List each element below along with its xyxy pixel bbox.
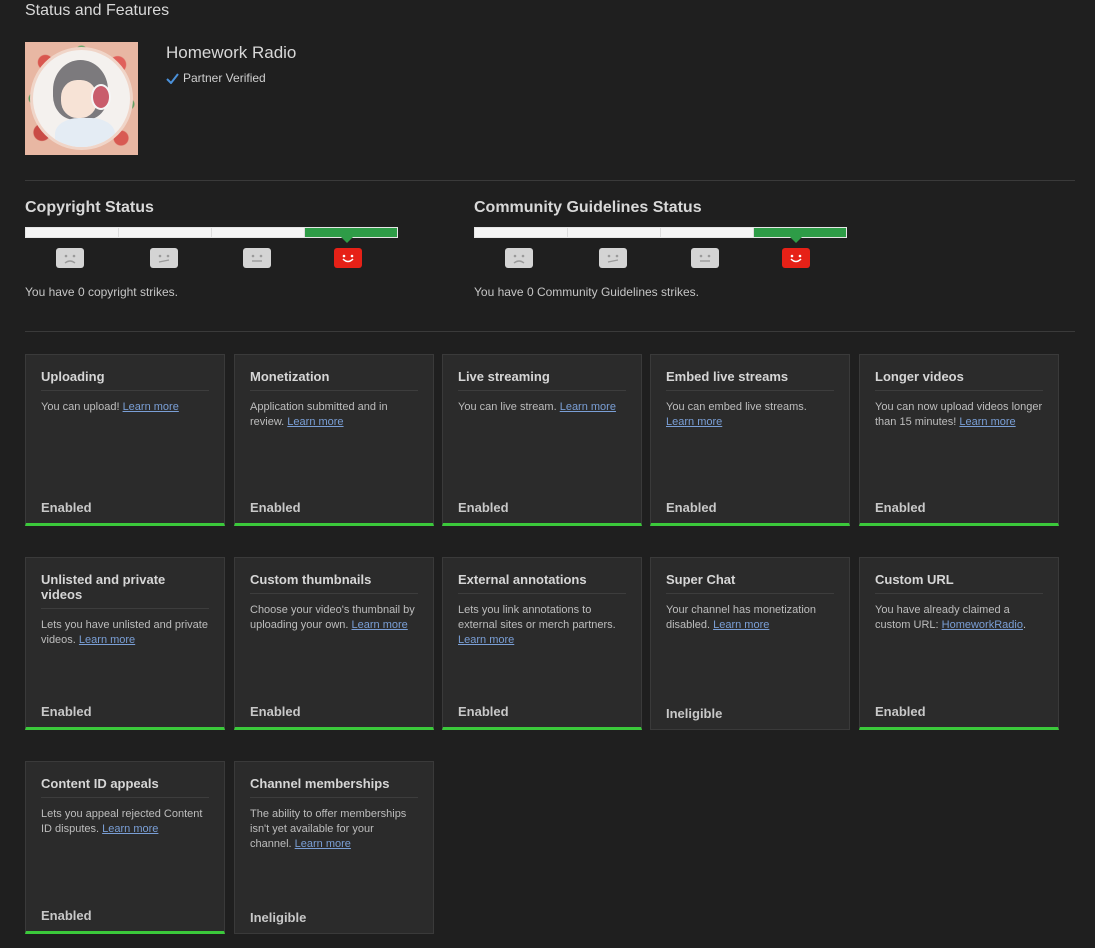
feature-card-content-id-appeals: Content ID appeals Lets you appeal rejec…	[25, 761, 225, 934]
feature-card-status: Enabled	[875, 500, 926, 515]
feature-card-status: Enabled	[41, 704, 92, 719]
feature-card-status: Enabled	[41, 500, 92, 515]
copyright-status-title: Copyright Status	[25, 199, 154, 216]
community-status-title: Community Guidelines Status	[474, 199, 702, 216]
feature-card-description: Choose your video's thumbnail by uploadi…	[250, 603, 418, 633]
feature-card-description: You can embed live streams. Learn more	[666, 400, 834, 430]
copyright-strikes-text: You have 0 copyright strikes.	[25, 285, 178, 299]
learn-more-link[interactable]: Learn more	[352, 619, 408, 631]
feature-card-uploading: Uploading You can upload! Learn more Ena…	[25, 354, 225, 526]
feature-card-description: Application submitted and in review. Lea…	[250, 400, 418, 430]
feature-card-description: Lets you appeal rejected Content ID disp…	[41, 807, 209, 837]
verified-label: Partner Verified	[183, 71, 266, 85]
feature-card-description: Your channel has monetization disabled. …	[666, 603, 834, 633]
feature-card-status: Enabled	[250, 704, 301, 719]
feature-card-title: Monetization	[250, 369, 418, 391]
strike-segment	[661, 228, 754, 237]
happy-face-icon	[334, 248, 362, 268]
unsure-face-icon	[150, 248, 178, 268]
neutral-face-icon	[243, 248, 271, 268]
feature-card-text: You can embed live streams.	[666, 401, 807, 413]
learn-more-link[interactable]: Learn more	[123, 401, 179, 413]
feature-card-unlisted-and-private-videos: Unlisted and private videos Lets you hav…	[25, 557, 225, 730]
feature-card-description: You can now upload videos longer than 15…	[875, 400, 1043, 430]
unsure-face-icon	[599, 248, 627, 268]
strike-segment	[475, 228, 568, 237]
feature-card-description: You can live stream. Learn more	[458, 400, 626, 415]
strike-segment	[212, 228, 305, 237]
copyright-status: Copyright Status You have 0 copyright st…	[25, 199, 398, 299]
strike-segment	[119, 228, 212, 237]
partner-verified-badge: Partner Verified	[166, 71, 266, 85]
feature-card-super-chat: Super Chat Your channel has monetization…	[650, 557, 850, 730]
feature-card-description: You can upload! Learn more	[41, 400, 209, 415]
feature-card-title: Live streaming	[458, 369, 626, 391]
feature-card-custom-url: Custom URL You have already claimed a cu…	[859, 557, 1059, 730]
feature-card-title: Longer videos	[875, 369, 1043, 391]
learn-more-link[interactable]: Learn more	[79, 634, 135, 646]
learn-more-link[interactable]: Learn more	[959, 416, 1015, 428]
divider	[25, 331, 1075, 332]
strike-segment	[26, 228, 119, 237]
checkmark-icon	[166, 72, 179, 84]
channel-avatar[interactable]	[25, 42, 138, 155]
feature-card-embed-live-streams: Embed live streams You can embed live st…	[650, 354, 850, 526]
feature-card-channel-memberships: Channel memberships The ability to offer…	[234, 761, 434, 934]
feature-card-live-streaming: Live streaming You can live stream. Lear…	[442, 354, 642, 526]
feature-card-description: Lets you have unlisted and private video…	[41, 618, 209, 648]
neutral-face-icon	[691, 248, 719, 268]
feature-card-text: You can live stream.	[458, 401, 560, 413]
feature-card-status: Enabled	[666, 500, 717, 515]
feature-card-longer-videos: Longer videos You can now upload videos …	[859, 354, 1059, 526]
feature-card-title: Custom URL	[875, 572, 1043, 594]
feature-card-status: Enabled	[875, 704, 926, 719]
feature-card-title: External annotations	[458, 572, 626, 594]
learn-more-link[interactable]: Learn more	[458, 634, 514, 646]
learn-more-link[interactable]: Learn more	[102, 823, 158, 835]
feature-card-external-annotations: External annotations Lets you link annot…	[442, 557, 642, 730]
feature-card-monetization: Monetization Application submitted and i…	[234, 354, 434, 526]
feature-card-text: You can upload!	[41, 401, 123, 413]
feature-card-title: Content ID appeals	[41, 776, 209, 798]
feature-card-status: Enabled	[458, 500, 509, 515]
channel-name: Homework Radio	[166, 43, 297, 62]
feature-card-description: Lets you link annotations to external si…	[458, 603, 626, 648]
learn-more-link[interactable]: Learn more	[287, 416, 343, 428]
sad-face-icon	[505, 248, 533, 268]
community-strikes-text: You have 0 Community Guidelines strikes.	[474, 285, 699, 299]
feature-card-status: Enabled	[250, 500, 301, 515]
feature-card-title: Embed live streams	[666, 369, 834, 391]
feature-card-custom-thumbnails: Custom thumbnails Choose your video's th…	[234, 557, 434, 730]
community-guidelines-status: Community Guidelines Status You have 0 C…	[474, 199, 847, 299]
learn-more-link[interactable]: Learn more	[713, 619, 769, 631]
feature-card-text: Lets you link annotations to external si…	[458, 604, 616, 631]
strike-segment-current	[305, 228, 397, 237]
divider	[25, 180, 1075, 181]
feature-card-description: You have already claimed a custom URL: H…	[875, 603, 1043, 633]
feature-card-title: Channel memberships	[250, 776, 418, 798]
learn-more-link[interactable]: Learn more	[295, 838, 351, 850]
strike-pointer	[790, 237, 802, 243]
feature-card-status: Enabled	[41, 908, 92, 923]
strike-segment-current	[754, 228, 846, 237]
custom-url-link[interactable]: HomeworkRadio	[942, 619, 1023, 631]
feature-card-title: Custom thumbnails	[250, 572, 418, 594]
strike-segment	[568, 228, 661, 237]
feature-card-text-after: .	[1022, 619, 1027, 631]
feature-card-status: Ineligible	[666, 706, 723, 721]
strike-pointer	[341, 237, 353, 243]
feature-card-title: Unlisted and private videos	[41, 572, 209, 609]
avatar-illustration	[33, 50, 130, 147]
feature-card-title: Uploading	[41, 369, 209, 391]
feature-card-status: Ineligible	[250, 910, 307, 925]
happy-face-icon	[782, 248, 810, 268]
learn-more-link[interactable]: Learn more	[560, 401, 616, 413]
page-title: Status and Features	[25, 2, 170, 19]
feature-card-description: The ability to offer memberships isn't y…	[250, 807, 418, 852]
sad-face-icon	[56, 248, 84, 268]
feature-card-status: Enabled	[458, 704, 509, 719]
learn-more-link[interactable]: Learn more	[666, 416, 722, 428]
feature-card-title: Super Chat	[666, 572, 834, 594]
